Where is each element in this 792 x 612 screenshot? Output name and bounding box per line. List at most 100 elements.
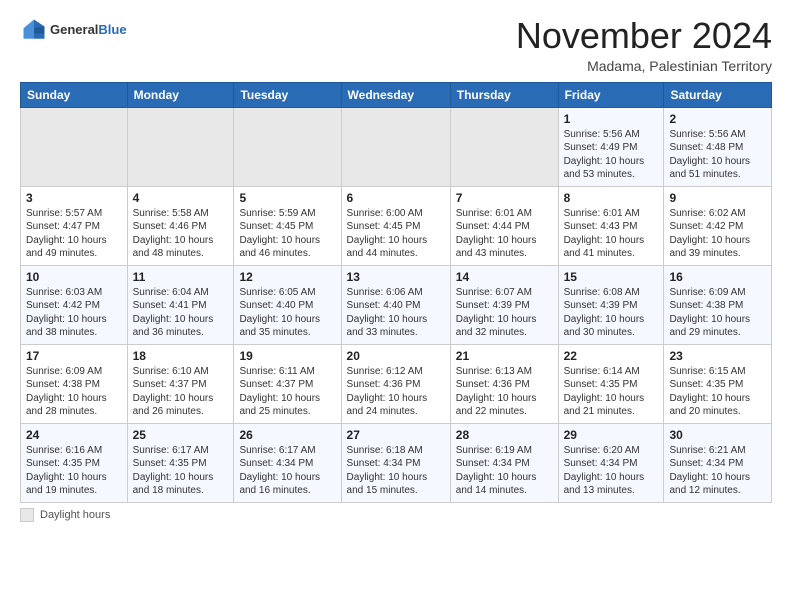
day-header-sunday: Sunday bbox=[21, 82, 128, 107]
day-info: Sunrise: 5:57 AM Sunset: 4:47 PM Dayligh… bbox=[26, 207, 122, 261]
day-info: Sunrise: 6:07 AM Sunset: 4:39 PM Dayligh… bbox=[456, 286, 553, 340]
calendar-cell bbox=[21, 107, 128, 186]
title-block: November 2024 Madama, Palestinian Territ… bbox=[516, 16, 772, 74]
calendar-cell: 3 Sunrise: 5:57 AM Sunset: 4:47 PM Daylig… bbox=[21, 186, 128, 265]
calendar-cell: 11 Sunrise: 6:04 AM Sunset: 4:41 PM Dayli… bbox=[127, 265, 234, 344]
day-number: 19 bbox=[239, 349, 335, 363]
day-info: Sunrise: 6:08 AM Sunset: 4:39 PM Dayligh… bbox=[564, 286, 659, 340]
day-header-friday: Friday bbox=[558, 82, 664, 107]
day-header-monday: Monday bbox=[127, 82, 234, 107]
day-info: Sunrise: 6:01 AM Sunset: 4:44 PM Dayligh… bbox=[456, 207, 553, 261]
day-number: 14 bbox=[456, 270, 553, 284]
day-number: 28 bbox=[456, 428, 553, 442]
day-info: Sunrise: 6:03 AM Sunset: 4:42 PM Dayligh… bbox=[26, 286, 122, 340]
day-info: Sunrise: 6:11 AM Sunset: 4:37 PM Dayligh… bbox=[239, 365, 335, 419]
calendar-cell: 18 Sunrise: 6:10 AM Sunset: 4:37 PM Dayli… bbox=[127, 344, 234, 423]
day-info: Sunrise: 6:20 AM Sunset: 4:34 PM Dayligh… bbox=[564, 444, 659, 498]
day-number: 9 bbox=[669, 191, 766, 205]
calendar-header-row: SundayMondayTuesdayWednesdayThursdayFrid… bbox=[21, 82, 772, 107]
day-number: 20 bbox=[347, 349, 445, 363]
day-info: Sunrise: 6:13 AM Sunset: 4:36 PM Dayligh… bbox=[456, 365, 553, 419]
day-info: Sunrise: 6:05 AM Sunset: 4:40 PM Dayligh… bbox=[239, 286, 335, 340]
calendar-cell: 30 Sunrise: 6:21 AM Sunset: 4:34 PM Dayli… bbox=[664, 423, 772, 502]
logo-text: GeneralBlue bbox=[50, 22, 127, 38]
day-info: Sunrise: 6:14 AM Sunset: 4:35 PM Dayligh… bbox=[564, 365, 659, 419]
calendar-cell bbox=[234, 107, 341, 186]
day-info: Sunrise: 6:17 AM Sunset: 4:34 PM Dayligh… bbox=[239, 444, 335, 498]
calendar-cell: 29 Sunrise: 6:20 AM Sunset: 4:34 PM Dayli… bbox=[558, 423, 664, 502]
calendar-cell: 27 Sunrise: 6:18 AM Sunset: 4:34 PM Dayli… bbox=[341, 423, 450, 502]
day-number: 2 bbox=[669, 112, 766, 126]
calendar-cell: 28 Sunrise: 6:19 AM Sunset: 4:34 PM Dayli… bbox=[450, 423, 558, 502]
day-info: Sunrise: 6:21 AM Sunset: 4:34 PM Dayligh… bbox=[669, 444, 766, 498]
calendar-cell: 12 Sunrise: 6:05 AM Sunset: 4:40 PM Dayli… bbox=[234, 265, 341, 344]
calendar-cell: 17 Sunrise: 6:09 AM Sunset: 4:38 PM Dayli… bbox=[21, 344, 128, 423]
day-info: Sunrise: 6:12 AM Sunset: 4:36 PM Dayligh… bbox=[347, 365, 445, 419]
day-number: 30 bbox=[669, 428, 766, 442]
header: GeneralBlue November 2024 Madama, Palest… bbox=[20, 16, 772, 74]
legend-box bbox=[20, 508, 34, 522]
calendar-week-2: 3 Sunrise: 5:57 AM Sunset: 4:47 PM Daylig… bbox=[21, 186, 772, 265]
calendar-cell: 2 Sunrise: 5:56 AM Sunset: 4:48 PM Daylig… bbox=[664, 107, 772, 186]
day-info: Sunrise: 6:17 AM Sunset: 4:35 PM Dayligh… bbox=[133, 444, 229, 498]
calendar-cell: 6Sunrise: 6:00 AM Sunset: 4:45 PM Daylig… bbox=[341, 186, 450, 265]
calendar-cell: 7 Sunrise: 6:01 AM Sunset: 4:44 PM Daylig… bbox=[450, 186, 558, 265]
location: Madama, Palestinian Territory bbox=[516, 58, 772, 74]
day-info: Sunrise: 6:19 AM Sunset: 4:34 PM Dayligh… bbox=[456, 444, 553, 498]
day-number: 1 bbox=[564, 112, 659, 126]
calendar-cell: 21Sunrise: 6:13 AM Sunset: 4:36 PM Dayli… bbox=[450, 344, 558, 423]
day-number: 7 bbox=[456, 191, 553, 205]
legend: Daylight hours bbox=[20, 508, 772, 522]
day-number: 26 bbox=[239, 428, 335, 442]
month-title: November 2024 bbox=[516, 16, 772, 56]
day-info: Sunrise: 6:02 AM Sunset: 4:42 PM Dayligh… bbox=[669, 207, 766, 261]
day-info: Sunrise: 6:10 AM Sunset: 4:37 PM Dayligh… bbox=[133, 365, 229, 419]
day-number: 29 bbox=[564, 428, 659, 442]
day-number: 27 bbox=[347, 428, 445, 442]
calendar: SundayMondayTuesdayWednesdayThursdayFrid… bbox=[20, 82, 772, 503]
day-info: Sunrise: 6:09 AM Sunset: 4:38 PM Dayligh… bbox=[26, 365, 122, 419]
calendar-cell: 22 Sunrise: 6:14 AM Sunset: 4:35 PM Dayli… bbox=[558, 344, 664, 423]
day-number: 12 bbox=[239, 270, 335, 284]
day-info: Sunrise: 6:04 AM Sunset: 4:41 PM Dayligh… bbox=[133, 286, 229, 340]
calendar-cell: 15Sunrise: 6:08 AM Sunset: 4:39 PM Dayli… bbox=[558, 265, 664, 344]
day-info: Sunrise: 5:56 AM Sunset: 4:49 PM Dayligh… bbox=[564, 128, 659, 182]
calendar-week-4: 17 Sunrise: 6:09 AM Sunset: 4:38 PM Dayli… bbox=[21, 344, 772, 423]
day-number: 13 bbox=[347, 270, 445, 284]
day-number: 22 bbox=[564, 349, 659, 363]
day-number: 24 bbox=[26, 428, 122, 442]
day-number: 4 bbox=[133, 191, 229, 205]
calendar-cell: 26 Sunrise: 6:17 AM Sunset: 4:34 PM Dayli… bbox=[234, 423, 341, 502]
day-number: 23 bbox=[669, 349, 766, 363]
day-number: 18 bbox=[133, 349, 229, 363]
logo-icon bbox=[20, 16, 48, 44]
day-info: Sunrise: 5:59 AM Sunset: 4:45 PM Dayligh… bbox=[239, 207, 335, 261]
day-number: 5 bbox=[239, 191, 335, 205]
day-number: 25 bbox=[133, 428, 229, 442]
day-number: 3 bbox=[26, 191, 122, 205]
calendar-cell: 25 Sunrise: 6:17 AM Sunset: 4:35 PM Dayli… bbox=[127, 423, 234, 502]
calendar-cell: 19 Sunrise: 6:11 AM Sunset: 4:37 PM Dayli… bbox=[234, 344, 341, 423]
calendar-cell: 24 Sunrise: 6:16 AM Sunset: 4:35 PM Dayli… bbox=[21, 423, 128, 502]
page: GeneralBlue November 2024 Madama, Palest… bbox=[0, 0, 792, 532]
calendar-cell: 4Sunrise: 5:58 AM Sunset: 4:46 PM Daylig… bbox=[127, 186, 234, 265]
day-info: Sunrise: 5:56 AM Sunset: 4:48 PM Dayligh… bbox=[669, 128, 766, 182]
day-number: 6 bbox=[347, 191, 445, 205]
day-info: Sunrise: 6:18 AM Sunset: 4:34 PM Dayligh… bbox=[347, 444, 445, 498]
calendar-cell bbox=[127, 107, 234, 186]
day-header-thursday: Thursday bbox=[450, 82, 558, 107]
calendar-cell: 8Sunrise: 6:01 AM Sunset: 4:43 PM Daylig… bbox=[558, 186, 664, 265]
day-header-wednesday: Wednesday bbox=[341, 82, 450, 107]
day-header-saturday: Saturday bbox=[664, 82, 772, 107]
calendar-cell bbox=[341, 107, 450, 186]
calendar-cell bbox=[450, 107, 558, 186]
calendar-cell: 20 Sunrise: 6:12 AM Sunset: 4:36 PM Dayli… bbox=[341, 344, 450, 423]
day-info: Sunrise: 6:06 AM Sunset: 4:40 PM Dayligh… bbox=[347, 286, 445, 340]
day-header-tuesday: Tuesday bbox=[234, 82, 341, 107]
day-number: 17 bbox=[26, 349, 122, 363]
calendar-cell: 10Sunrise: 6:03 AM Sunset: 4:42 PM Dayli… bbox=[21, 265, 128, 344]
day-info: Sunrise: 6:16 AM Sunset: 4:35 PM Dayligh… bbox=[26, 444, 122, 498]
calendar-cell: 16Sunrise: 6:09 AM Sunset: 4:38 PM Dayli… bbox=[664, 265, 772, 344]
day-number: 11 bbox=[133, 270, 229, 284]
legend-label: Daylight hours bbox=[40, 509, 110, 521]
